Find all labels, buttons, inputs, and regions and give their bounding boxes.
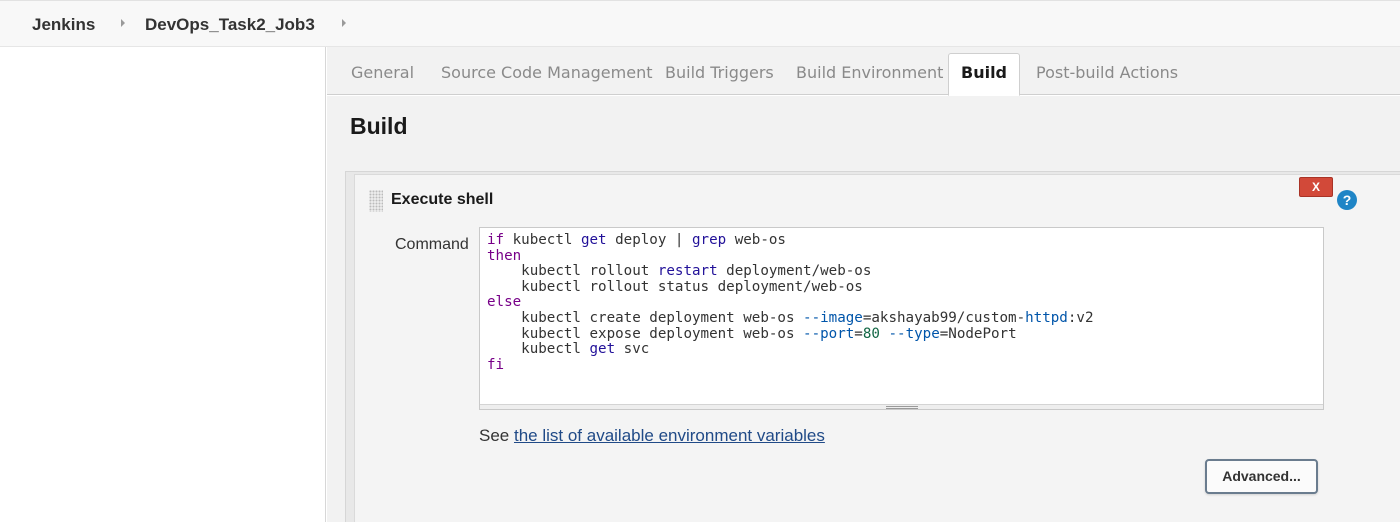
code-token: grep xyxy=(692,232,727,248)
code-token: restart xyxy=(657,263,718,280)
chevron-right-icon[interactable] xyxy=(342,19,346,27)
code-token: --image xyxy=(803,309,863,326)
code-token: 80 xyxy=(862,325,880,342)
help-icon[interactable]: ? xyxy=(1337,190,1357,210)
build-step-container: Execute shell X ? Command if kubectl get… xyxy=(345,171,1400,522)
code-token: if xyxy=(487,232,505,248)
code-token: then xyxy=(487,247,522,264)
side-panel xyxy=(0,47,326,522)
command-textarea[interactable]: if kubectl get deploy | grep web-os then… xyxy=(479,227,1324,410)
code-token: --port xyxy=(803,325,855,342)
step-title: Execute shell xyxy=(391,191,494,208)
code-token: else xyxy=(487,294,522,311)
command-label: Command xyxy=(395,236,469,253)
code-token: httpd xyxy=(1025,309,1068,326)
env-vars-hint: See the list of available environment va… xyxy=(479,426,825,446)
tab-build-environment[interactable]: Build Environment xyxy=(796,47,943,95)
config-content: Build Execute shell X ? Command if kubec… xyxy=(327,96,1400,522)
breadcrumb: Jenkins DevOps_Task2_Job3 xyxy=(0,0,1400,47)
tab-source-code-management[interactable]: Source Code Management xyxy=(441,47,652,95)
drag-handle-icon[interactable] xyxy=(369,190,383,212)
execute-shell-step: Execute shell X ? Command if kubectl get… xyxy=(354,174,1400,522)
breadcrumb-jenkins[interactable]: Jenkins xyxy=(32,15,95,35)
chevron-right-icon[interactable] xyxy=(121,19,125,27)
tab-general[interactable]: General xyxy=(351,47,414,95)
resize-grip-icon[interactable] xyxy=(886,406,918,409)
env-vars-prefix: See xyxy=(479,426,510,445)
code-token: get xyxy=(580,232,607,248)
code-token: fi xyxy=(487,356,505,373)
tab-build[interactable]: Build xyxy=(948,53,1021,96)
section-title: Build xyxy=(350,113,408,139)
tab-post-build-actions[interactable]: Post-build Actions xyxy=(1036,47,1178,95)
breadcrumb-job[interactable]: DevOps_Task2_Job3 xyxy=(145,15,315,35)
env-vars-link[interactable]: the list of available environment variab… xyxy=(514,426,825,445)
code-token: --type xyxy=(888,325,940,342)
config-tabs: General Source Code Management Build Tri… xyxy=(327,47,1400,96)
code-token: get xyxy=(589,341,616,358)
tab-build-triggers[interactable]: Build Triggers xyxy=(665,47,774,95)
advanced-button[interactable]: Advanced... xyxy=(1205,459,1318,494)
command-code[interactable]: if kubectl get deploy | grep web-os then… xyxy=(487,232,1093,373)
textarea-resize-handle[interactable] xyxy=(480,404,1323,409)
delete-step-button[interactable]: X xyxy=(1299,177,1333,197)
